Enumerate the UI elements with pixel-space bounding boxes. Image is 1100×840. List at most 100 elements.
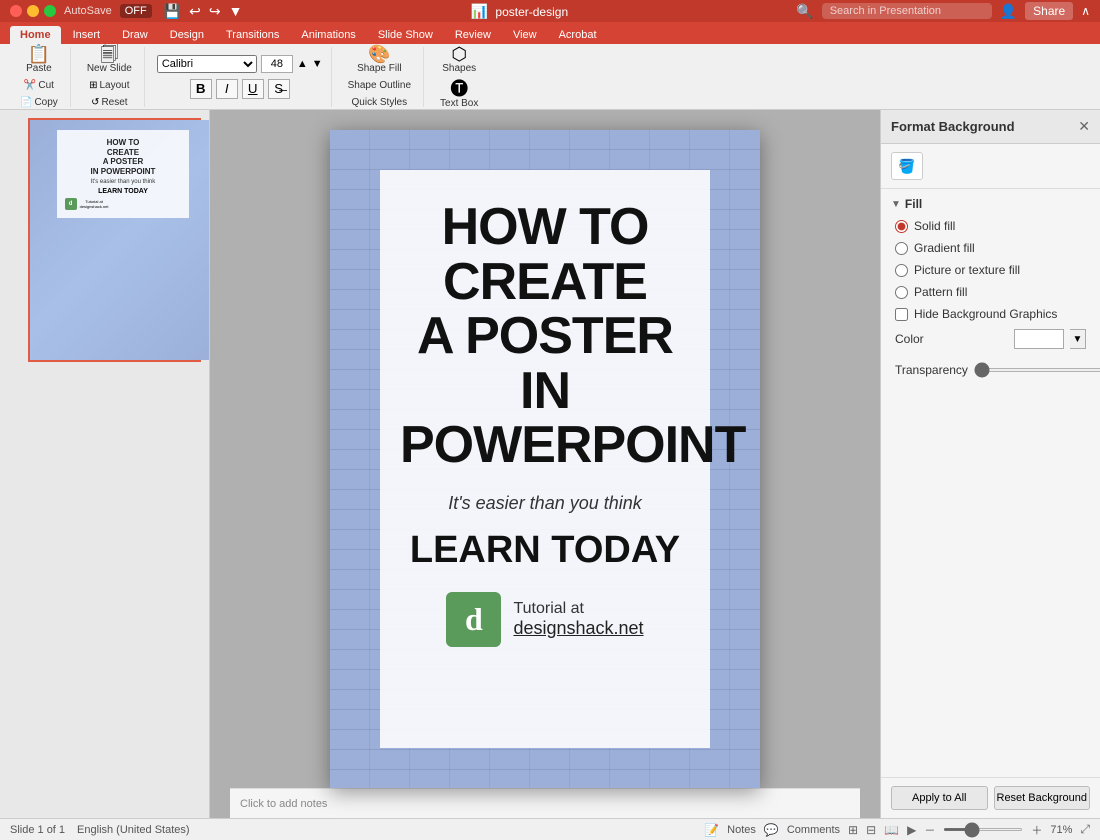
shapes-icon: ⬡ [451, 45, 467, 63]
color-label: Color [895, 332, 1008, 346]
layout-label: Layout [100, 80, 130, 91]
solid-fill-label: Solid fill [914, 219, 955, 233]
close-button[interactable] [10, 5, 22, 17]
reading-view-button[interactable]: 📖 [884, 823, 899, 837]
gradient-fill-radio[interactable] [895, 242, 908, 255]
reset-icon: ↺ [91, 97, 99, 108]
pattern-fill-radio[interactable] [895, 286, 908, 299]
shape-fill-button[interactable]: 🎨 Shape Fill [353, 44, 405, 76]
shape-outline-button[interactable]: Shape Outline [344, 78, 415, 93]
canvas-area[interactable]: HOW TO CREATE A POSTER IN POWERPOINT It'… [210, 110, 880, 818]
reset-background-button[interactable]: Reset Background [994, 786, 1091, 810]
tab-home[interactable]: Home [10, 26, 61, 44]
transparency-label: Transparency [895, 363, 968, 377]
drawing-group: 🎨 Shape Fill Shape Outline Quick Styles [336, 47, 424, 107]
normal-view-button[interactable]: ⊞ [848, 823, 858, 837]
strikethrough-button[interactable]: S̶ [268, 79, 290, 99]
zoom-slider[interactable] [943, 828, 1023, 831]
traffic-lights [10, 5, 56, 17]
thumb-domain: designshack.net [80, 204, 109, 209]
collapse-icon[interactable]: ▼ [891, 199, 901, 210]
notes-bar[interactable]: Click to add notes [230, 788, 860, 818]
copy-button[interactable]: 📄 Copy [16, 95, 62, 110]
tab-design[interactable]: Design [160, 26, 214, 44]
new-slide-button[interactable]: 🗐 New Slide [83, 44, 136, 76]
color-swatch[interactable] [1014, 329, 1064, 349]
slide-info: Slide 1 of 1 [10, 824, 65, 836]
undo-icon[interactable]: ↩ [189, 3, 201, 20]
share-button[interactable]: Share [1025, 2, 1073, 20]
status-left: Slide 1 of 1 English (United States) [10, 824, 190, 836]
zoom-out-button[interactable]: － [924, 822, 935, 838]
picture-fill-radio[interactable] [895, 264, 908, 277]
tab-acrobat[interactable]: Acrobat [549, 26, 607, 44]
slide-logo-row: d Tutorial at designshack.net [400, 592, 690, 647]
more-icon[interactable]: ▼ [229, 3, 243, 19]
notes-toggle[interactable]: 📝 [704, 823, 719, 837]
maximize-button[interactable] [44, 5, 56, 17]
quick-styles-button[interactable]: Quick Styles [348, 95, 412, 110]
thumb-subtitle: It's easier than you think [65, 179, 182, 185]
tab-insert[interactable]: Insert [63, 26, 111, 44]
apply-all-button[interactable]: Apply to All [891, 786, 988, 810]
paste-icon: 📋 [28, 45, 50, 63]
fit-slide-button[interactable]: ⤢ [1080, 822, 1090, 837]
new-slide-label: New Slide [87, 63, 132, 74]
reset-button[interactable]: ↺ Reset [87, 95, 132, 110]
paste-button[interactable]: 📋 Paste [22, 44, 56, 76]
solid-fill-row: Solid fill [891, 217, 1090, 235]
text-box-button[interactable]: 🅣 Text Box [436, 78, 482, 111]
underline-button[interactable]: U [242, 79, 264, 99]
app-title: 📊 poster-design [471, 3, 569, 20]
hide-bg-checkbox[interactable] [895, 308, 908, 321]
panel-icon-row: 🪣 [881, 144, 1100, 189]
panel-close-button[interactable]: ✕ [1078, 118, 1090, 135]
redo-icon[interactable]: ↪ [209, 3, 221, 20]
minimize-button[interactable] [27, 5, 39, 17]
font-size-down[interactable]: ▼ [312, 58, 323, 70]
comments-toggle[interactable]: 💬 [764, 823, 779, 837]
tab-slideshow[interactable]: Slide Show [368, 26, 443, 44]
slide-subtitle: It's easier than you think [400, 493, 690, 514]
search-input[interactable] [822, 3, 992, 19]
font-family-select[interactable]: Calibri [157, 55, 257, 73]
thumb-logo-row: d Tutorial at designshack.net [65, 198, 182, 210]
slide-canvas[interactable]: HOW TO CREATE A POSTER IN POWERPOINT It'… [330, 130, 760, 788]
slide-sorter-button[interactable]: ⊟ [866, 823, 876, 837]
account-icon[interactable]: 👤 [1000, 3, 1017, 20]
slide-thumbnail[interactable]: HOW TOCREATEA POSTERIN POWERPOINT It's e… [28, 118, 201, 362]
solid-fill-radio[interactable] [895, 220, 908, 233]
tab-animations[interactable]: Animations [291, 26, 365, 44]
cut-button[interactable]: ✂️ Cut [20, 78, 58, 93]
tab-transitions[interactable]: Transitions [216, 26, 289, 44]
fill-section: ▼ Fill Solid fill Gradient fill Picture … [881, 189, 1100, 397]
color-picker-button[interactable]: ▼ [1070, 329, 1086, 349]
hide-bg-row: Hide Background Graphics [891, 305, 1090, 323]
save-icon[interactable]: 💾 [164, 3, 181, 20]
slide-main-title: HOW TO CREATE A POSTER IN POWERPOINT [400, 200, 690, 473]
fill-section-header: ▼ Fill [891, 197, 1090, 211]
fill-icon-button[interactable]: 🪣 [891, 152, 923, 180]
shape-fill-icon: 🎨 [368, 45, 390, 63]
font-size-input[interactable]: 48 [261, 55, 293, 73]
italic-button[interactable]: I [216, 79, 238, 99]
text-box-icon: 🅣 [450, 80, 468, 98]
picture-fill-label: Picture or texture fill [914, 263, 1020, 277]
ribbon-collapse-icon[interactable]: ∧ [1081, 4, 1090, 18]
shapes-button[interactable]: ⬡ Shapes [438, 44, 480, 76]
notes-placeholder: Click to add notes [240, 798, 327, 810]
transparency-slider[interactable] [974, 368, 1100, 372]
slide-content-box[interactable]: HOW TO CREATE A POSTER IN POWERPOINT It'… [380, 170, 710, 748]
clipboard-group: 📋 Paste ✂️ Cut 📄 Copy [8, 47, 71, 107]
layout-button[interactable]: ⊞ Layout [85, 78, 133, 93]
tab-review[interactable]: Review [445, 26, 501, 44]
slideshow-button[interactable]: ▶ [907, 823, 916, 837]
tab-draw[interactable]: Draw [112, 26, 158, 44]
notes-label: Notes [727, 824, 756, 836]
zoom-in-button[interactable]: ＋ [1031, 822, 1042, 838]
font-size-up[interactable]: ▲ [297, 58, 308, 70]
tab-view[interactable]: View [503, 26, 547, 44]
autosave-toggle[interactable]: OFF [120, 4, 152, 18]
bold-button[interactable]: B [190, 79, 212, 99]
slide-logo-text: Tutorial at designshack.net [513, 600, 643, 639]
